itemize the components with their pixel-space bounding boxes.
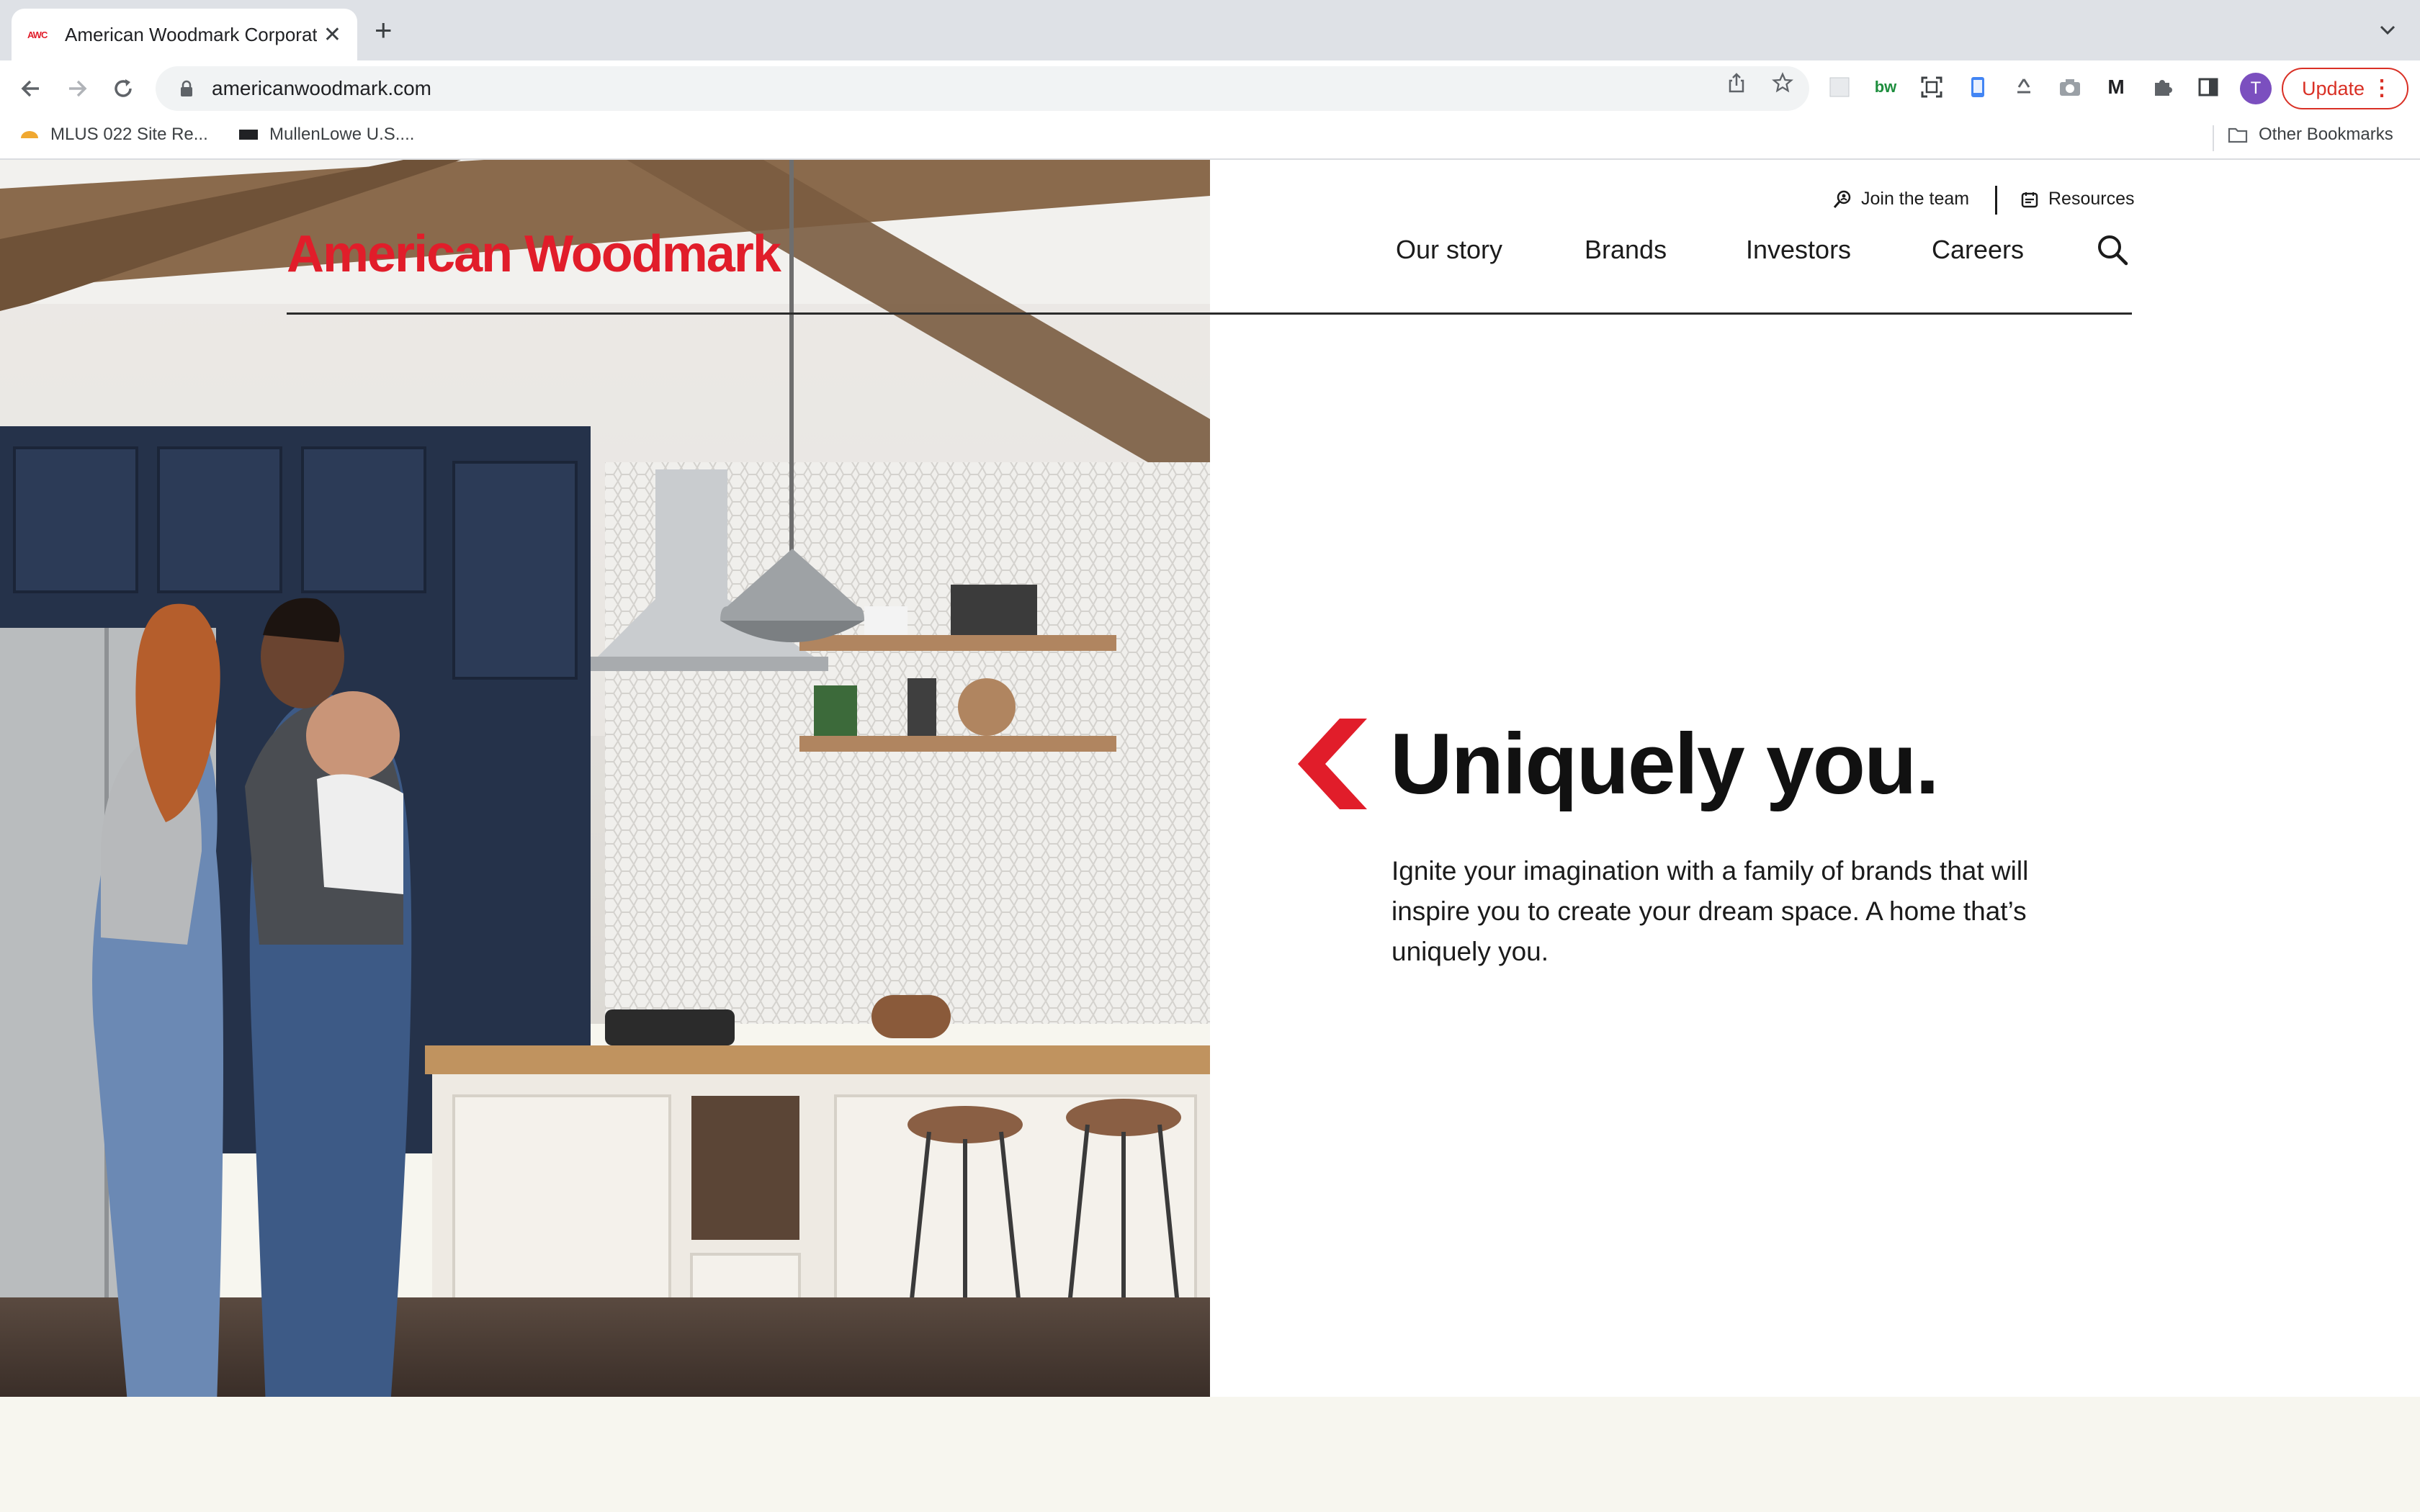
nav-investors[interactable]: Investors: [1746, 235, 1851, 265]
tab-search-chevron-icon[interactable]: [2377, 19, 2398, 40]
recycle-icon[interactable]: [2011, 74, 2037, 100]
nav-brands[interactable]: Brands: [1585, 235, 1667, 265]
bookmarks-divider: [2213, 125, 2214, 151]
forward-arrow-icon[interactable]: [62, 73, 92, 104]
share-icon[interactable]: [1726, 72, 1747, 94]
site-favicon: AWC: [27, 30, 48, 40]
hero-headline: Uniquely you.: [1390, 716, 1940, 812]
bw-extension-icon[interactable]: bw: [1873, 74, 1899, 100]
update-button[interactable]: Update ⋮: [2282, 68, 2408, 109]
folder-icon: [2228, 127, 2248, 143]
magnifier-person-icon: [1833, 190, 1851, 208]
header-divider: [287, 312, 2132, 315]
bookmark-star-icon[interactable]: [1772, 72, 1793, 94]
resources-link[interactable]: Resources: [2020, 189, 2135, 210]
chevron-left-icon: [1298, 719, 1367, 809]
join-team-label: Join the team: [1861, 189, 1970, 209]
web-page: American Woodmark Join the team Resource…: [0, 160, 2420, 1512]
utility-divider: [1995, 186, 1997, 215]
resources-label: Resources: [2048, 189, 2135, 209]
screenshot-frame-icon[interactable]: [1919, 74, 1945, 100]
nav-our-story[interactable]: Our story: [1396, 235, 1502, 265]
profile-avatar[interactable]: T: [2240, 73, 2272, 104]
m-extension-icon[interactable]: M: [2103, 74, 2129, 100]
lock-icon: [181, 80, 192, 96]
camera-icon[interactable]: [2057, 74, 2083, 100]
resources-icon: [2021, 192, 2038, 207]
site-logo[interactable]: American Woodmark: [287, 225, 781, 284]
extension-grid-icon[interactable]: [1827, 74, 1852, 100]
side-panel-icon[interactable]: [2195, 74, 2221, 100]
kebab-menu-icon[interactable]: ⋮: [2371, 76, 2393, 101]
bookmark-item[interactable]: MullenLowe U.S....: [238, 124, 414, 145]
bookmarks-bar: MLUS 022 Site Re... MullenLowe U.S.... O…: [0, 117, 2420, 160]
back-arrow-icon[interactable]: [16, 73, 46, 104]
reload-icon[interactable]: [108, 73, 138, 104]
tab-title: American Woodmark Corporati: [65, 23, 317, 45]
mullenlowe-bookmark-icon: [239, 130, 258, 140]
url-text: americanwoodmark.com: [212, 77, 431, 99]
hero-image: [0, 160, 1210, 1397]
browser-toolbar: americanwoodmark.com bw M T Update ⋮: [0, 60, 2420, 117]
search-icon[interactable]: [2096, 233, 2129, 266]
join-team-link[interactable]: Join the team: [1832, 189, 1969, 210]
close-tab-icon[interactable]: ✕: [323, 22, 341, 48]
bookmark-item[interactable]: MLUS 022 Site Re...: [19, 124, 208, 145]
taco-bookmark-icon: [21, 131, 38, 138]
puzzle-extensions-icon[interactable]: [2149, 74, 2175, 100]
phone-extension-icon[interactable]: [1965, 74, 1991, 100]
hero-body-text: Ignite your imagination with a family of…: [1392, 856, 2029, 966]
new-tab-icon[interactable]: +: [375, 15, 393, 45]
browser-tab[interactable]: AWC American Woodmark Corporati ✕: [12, 9, 357, 60]
other-bookmarks[interactable]: Other Bookmarks: [2227, 124, 2393, 145]
update-label: Update: [2302, 77, 2365, 99]
address-bar[interactable]: americanwoodmark.com: [156, 66, 1809, 111]
nav-careers[interactable]: Careers: [1932, 235, 2024, 265]
tab-strip: AWC American Woodmark Corporati ✕ +: [0, 0, 2420, 60]
